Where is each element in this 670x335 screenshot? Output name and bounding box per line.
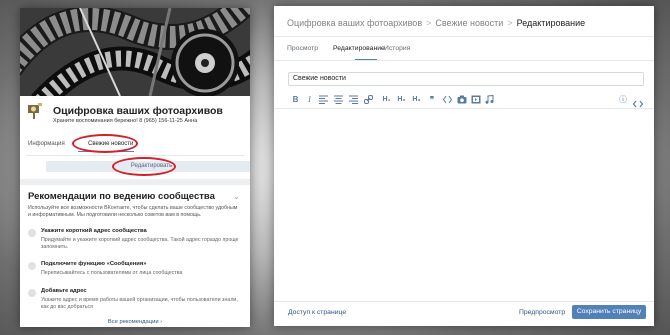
tab-history[interactable]: История: [384, 45, 410, 52]
tab-edit[interactable]: Редактирование: [333, 45, 385, 52]
divider: [26, 155, 244, 156]
heading-2-icon[interactable]: H₂: [396, 94, 407, 106]
page-title-input[interactable]: Свежие новости: [288, 72, 644, 86]
video-icon[interactable]: [471, 94, 481, 106]
heading-1-icon[interactable]: H₁: [381, 94, 392, 106]
recommendations-description: Используйте все возможности ВКонтакте, ч…: [28, 205, 238, 218]
preview-link[interactable]: Предпросмотр: [519, 309, 565, 316]
divider: [274, 301, 654, 302]
breadcrumb-separator-icon: >: [507, 18, 513, 28]
recommendation-title: Добавьте адрес: [41, 288, 87, 294]
breadcrumb-separator-icon: >: [426, 18, 432, 28]
align-left-icon[interactable]: [319, 94, 329, 106]
bold-icon[interactable]: B: [291, 94, 300, 106]
highlight-oval-tab: [72, 134, 138, 153]
camera-icon[interactable]: [457, 94, 467, 106]
recommendation-desc: Переписывайтесь с пользователями от лица…: [41, 270, 183, 276]
divider: [274, 60, 654, 61]
link-icon[interactable]: [364, 94, 374, 106]
quote-icon[interactable]: ❞: [427, 94, 437, 106]
all-recommendations-link[interactable]: Все рекомендации ›: [20, 319, 250, 325]
info-glyph: ⓘ: [619, 95, 627, 104]
tab-info[interactable]: Информация: [28, 141, 65, 147]
breadcrumb-item-community[interactable]: Оцифровка ваших фотоархивов: [287, 18, 422, 28]
divider: [274, 36, 654, 37]
recommendation-desc: Придумайте и укажите короткий адрес сооб…: [41, 237, 239, 250]
community-page-screenshot: Оцифровка ваших фотоархивов Храните восп…: [20, 8, 250, 327]
music-icon[interactable]: [485, 94, 495, 106]
save-page-button[interactable]: Сохранить страницу: [572, 305, 646, 319]
code-icon[interactable]: [443, 94, 453, 106]
breadcrumb-item-current: Редактирование: [516, 18, 586, 28]
heading-3-icon[interactable]: H₃: [411, 94, 422, 106]
breadcrumb: Оцифровка ваших фотоархивов > Свежие новос…: [287, 18, 585, 28]
tab-preview[interactable]: Просмотр: [287, 45, 318, 52]
source-code-icon[interactable]: [632, 94, 644, 108]
section-gap: [20, 179, 250, 185]
status-dot-icon: [28, 262, 36, 270]
community-subtitle: Храните воспоминания бережно! 8 (965) 15…: [53, 118, 198, 124]
recommendations-title: Рекомендации по ведению сообщества: [28, 191, 215, 202]
breadcrumb-item-page[interactable]: Свежие новости: [435, 18, 503, 28]
align-center-icon[interactable]: [334, 94, 344, 106]
status-dot-icon: [28, 229, 36, 237]
highlight-oval-edit: [112, 157, 176, 176]
cover-image: [20, 8, 250, 96]
italic-icon[interactable]: I: [305, 94, 314, 106]
editor-body[interactable]: [274, 109, 654, 301]
chevron-down-icon[interactable]: ⌄: [233, 192, 240, 201]
align-right-icon[interactable]: [349, 94, 359, 106]
page-access-link[interactable]: Доступ к странице: [288, 309, 346, 316]
page-editor-screenshot: Оцифровка ваших фотоархивов > Свежие новос…: [274, 6, 654, 326]
recommendation-title: Подключите функцию «Сообщения»: [41, 261, 147, 267]
recommendation-title: Укажите короткий адрес сообщества: [41, 228, 147, 234]
community-logo: [27, 102, 43, 120]
status-dot-icon: [28, 289, 36, 297]
community-title: Оцифровка ваших фотоархивов: [53, 105, 223, 117]
recommendation-desc: Укажите адрес и время работы вашей орган…: [41, 297, 238, 310]
